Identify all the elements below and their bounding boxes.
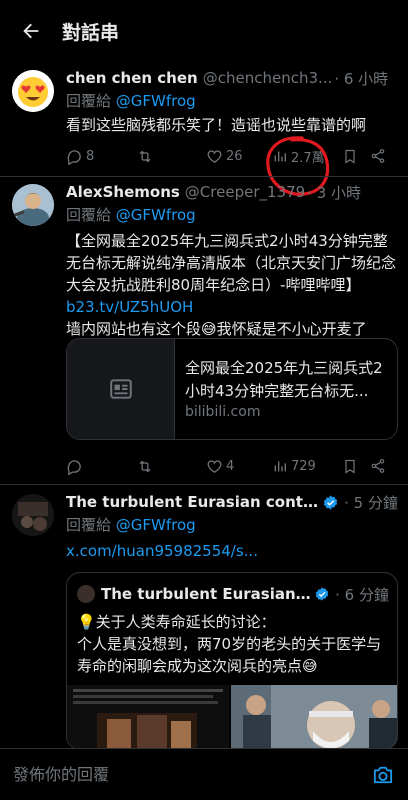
card-thumbnail [67,339,175,439]
heart-eyes-emoji-avatar [12,70,54,112]
back-button[interactable] [0,0,62,62]
retweet-button[interactable] [136,148,154,165]
quote-avatar [77,585,95,603]
action-bar: 8 26 2.7萬 [66,144,398,168]
quote-text-line: 💡关于人类寿命延长的讨论： [77,613,276,631]
reply-prefix: 回覆給 [66,206,112,224]
timestamp[interactable]: · 3 小時 [307,182,361,203]
like-button[interactable]: 4 [206,458,234,475]
bookmark-icon [345,149,355,164]
verified-badge-icon [323,494,338,510]
bar-chart-icon [274,461,286,472]
arrow-left-icon [23,23,39,39]
bookmark-button[interactable] [342,148,358,165]
quote-text: 💡关于人类寿命延长的讨论： 个人是真没想到，两70岁的老头的关于医学与寿命的闲聊… [77,611,389,677]
camera-icon [373,766,393,783]
quote-media-left[interactable] [67,685,229,749]
reply-button[interactable] [66,458,83,475]
card-domain: bilibili.com [185,404,261,420]
tweet-text: 看到这些脑残都乐笑了！造谣也说些靠谱的啊 [66,116,367,134]
tweet-1[interactable]: chen chen chen @chenchench3... · 6 小時 回覆… [0,66,408,178]
like-button[interactable]: 26 [206,148,243,165]
retweet-button[interactable] [136,458,154,475]
views-button[interactable]: 2.7萬 [272,147,325,166]
divider [0,176,408,177]
tweet-text: x.com/huan95982554/s... [66,540,398,562]
tweet-text-line: 【全网最全2025年九三阅兵式2小时43分钟完整无台标无解说纯净高清版本（北京天… [66,232,397,294]
reply-context: 回覆給 @GFWfrog [66,90,398,112]
retweet-icon [139,460,151,472]
share-icon [371,459,385,473]
short-link[interactable]: b23.tv/UZ5hUOH [66,298,193,316]
mention-link[interactable]: @GFWfrog [116,206,196,224]
avatar[interactable] [12,184,54,226]
author-row: AlexShemons @Creeper_1379 · 3 小時 [66,180,398,204]
quote-media-right[interactable] [231,685,397,749]
timestamp[interactable]: · 5 分鐘 [344,492,398,513]
link-preview-card[interactable]: 全网最全2025年九三阅兵式2小时43分钟完整无台标无... bilibili.… [66,338,398,440]
camera-button[interactable] [358,749,408,800]
tweet-2[interactable]: AlexShemons @Creeper_1379 · 3 小時 回覆給 @GF… [0,180,408,480]
reply-button[interactable]: 8 [66,148,94,165]
handle[interactable]: @chenchench3... [203,69,333,87]
reply-icon [67,149,81,165]
action-bar: 4 729 [66,454,398,478]
share-icon [371,149,385,163]
reply-count: 8 [86,148,95,164]
like-count: 26 [226,148,243,164]
bar-chart-icon [274,151,286,162]
photo-thumbnail [231,685,397,749]
quote-timestamp: · 6 分鐘 [335,585,389,604]
page-title: 對話串 [62,21,120,44]
view-count: 729 [291,458,316,474]
article-icon [109,379,132,399]
share-button[interactable] [370,458,386,474]
reply-prefix: 回覆給 [66,516,112,534]
tweet-3[interactable]: The turbulent Eurasian conti... · 5 分鐘 回… [0,490,408,750]
reply-composer [0,748,408,800]
user-avatar-image [12,184,54,226]
tweet-text: 【全网最全2025年九三阅兵式2小时43分钟完整无台标无解说纯净高清版本（北京天… [66,230,398,340]
avatar[interactable] [12,494,54,536]
reply-input[interactable] [0,765,358,784]
short-link[interactable]: x.com/huan95982554/s... [66,542,258,560]
quote-display-name: The turbulent Eurasian c... [101,585,312,603]
timestamp[interactable]: · 6 小時 [334,68,388,89]
reply-prefix: 回覆給 [66,92,112,110]
retweet-icon [139,150,151,162]
author-row: The turbulent Eurasian conti... · 5 分鐘 [66,490,398,514]
screenshot-thumbnail [67,685,229,749]
reply-context: 回覆給 @GFWfrog [66,514,398,536]
share-button[interactable] [370,148,386,164]
heart-icon [207,149,222,163]
quoted-tweet[interactable]: The turbulent Eurasian c... · 6 分鐘 💡关于人类… [66,572,398,750]
divider [0,484,408,485]
display-name[interactable]: AlexShemons [66,183,180,201]
heart-icon [207,459,222,473]
like-count: 4 [226,458,235,474]
user-avatar-image [12,494,54,536]
mention-link[interactable]: @GFWfrog [116,516,196,534]
avatar[interactable] [12,70,54,112]
quote-text-line: 个人是真没想到，两70岁的老头的关于医学与寿命的闲聊会成为这次阅兵的亮点😅 [77,635,382,675]
views-button[interactable]: 729 [272,458,316,474]
top-app-bar: 對話串 [0,0,408,62]
view-count: 2.7萬 [291,150,325,166]
bookmark-button[interactable] [342,458,358,475]
display-name[interactable]: The turbulent Eurasian conti... [66,493,318,511]
verified-badge-icon [315,587,329,601]
display-name[interactable]: chen chen chen [66,69,198,87]
reply-context: 回覆給 @GFWfrog [66,204,398,226]
handle[interactable]: @Creeper_1379 [185,183,305,201]
reply-icon [67,459,81,475]
mention-link[interactable]: @GFWfrog [116,92,196,110]
author-row: chen chen chen @chenchench3... · 6 小時 [66,66,398,90]
tweet-text-line: 墙内网站也有这个段😅我怀疑是不小心开麦了 [66,320,367,338]
card-title: 全网最全2025年九三阅兵式2小时43分钟完整无台标无... [185,359,383,400]
bookmark-icon [345,459,355,474]
